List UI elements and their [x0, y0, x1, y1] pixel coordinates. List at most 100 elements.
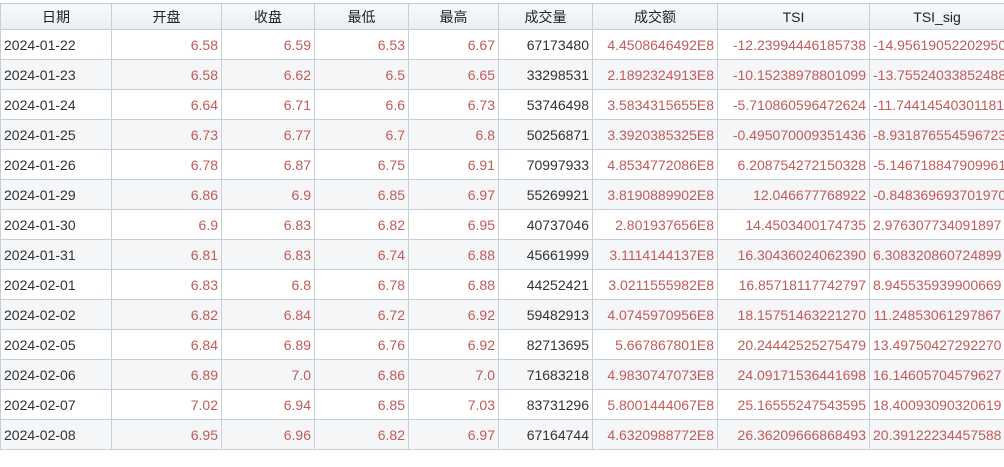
cell-low: 6.76 [314, 329, 409, 360]
cell-tsi: 24.09171536441698 [717, 359, 870, 390]
cell-close: 6.59 [221, 29, 315, 60]
cell-volume: 82713695 [498, 329, 593, 360]
cell-open: 6.83 [111, 269, 222, 300]
cell-tsi-sig: -0.848369693701970 [869, 179, 1004, 210]
cell-low: 6.86 [314, 359, 409, 390]
cell-open: 6.58 [111, 29, 222, 60]
cell-tsi: 16.30436024062390 [717, 239, 870, 270]
cell-amount: 3.0211555982E8 [592, 269, 718, 300]
cell-tsi: -10.15238978801099 [717, 59, 870, 90]
cell-open: 7.02 [111, 389, 222, 420]
table-row[interactable]: 2024-01-31 6.81 6.83 6.74 6.88 45661999 3.1114… [0, 239, 1004, 270]
cell-date: 2024-02-07 [0, 389, 112, 420]
cell-open: 6.64 [111, 89, 222, 120]
cell-tsi: 26.36209666868493 [717, 419, 870, 450]
cell-close: 6.83 [221, 209, 315, 240]
cell-date: 2024-02-02 [0, 299, 112, 330]
column-header-close[interactable]: 收盘 [221, 3, 315, 30]
cell-volume: 55269921 [498, 179, 593, 210]
cell-open: 6.81 [111, 239, 222, 270]
cell-close: 6.87 [221, 149, 315, 180]
cell-tsi: 18.15751463221270 [717, 299, 870, 330]
cell-date: 2024-01-26 [0, 149, 112, 180]
column-header-volume[interactable]: 成交量 [498, 3, 593, 30]
cell-open: 6.86 [111, 179, 222, 210]
cell-amount: 4.9830747073E8 [592, 359, 718, 390]
cell-date: 2024-01-31 [0, 239, 112, 270]
table-row[interactable]: 2024-02-02 6.82 6.84 6.72 6.92 59482913 4.0745… [0, 299, 1004, 330]
column-header-amount[interactable]: 成交额 [592, 3, 718, 30]
cell-volume: 45661999 [498, 239, 593, 270]
cell-volume: 67164744 [498, 419, 593, 450]
cell-close: 7.0 [221, 359, 315, 390]
cell-amount: 5.8001444067E8 [592, 389, 718, 420]
cell-volume: 67173480 [498, 29, 593, 60]
cell-tsi-sig: 20.39122234457588 [869, 419, 1004, 450]
cell-low: 6.7 [314, 119, 409, 150]
table-row[interactable]: 2024-02-07 7.02 6.94 6.85 7.03 83731296 5.8001… [0, 389, 1004, 420]
column-header-tsi-sig[interactable]: TSI_sig [869, 3, 1004, 30]
cell-close: 6.96 [221, 419, 315, 450]
cell-close: 6.94 [221, 389, 315, 420]
cell-tsi-sig: 13.49750427292270 [869, 329, 1004, 360]
table-row[interactable]: 2024-01-25 6.73 6.77 6.7 6.8 50256871 3.392038… [0, 119, 1004, 150]
cell-open: 6.78 [111, 149, 222, 180]
cell-open: 6.95 [111, 419, 222, 450]
cell-date: 2024-01-29 [0, 179, 112, 210]
cell-tsi-sig: -5.146718847909961 [869, 149, 1004, 180]
cell-volume: 50256871 [498, 119, 593, 150]
cell-low: 6.74 [314, 239, 409, 270]
cell-volume: 33298531 [498, 59, 593, 90]
cell-low: 6.75 [314, 149, 409, 180]
cell-close: 6.62 [221, 59, 315, 90]
cell-date: 2024-01-30 [0, 209, 112, 240]
cell-amount: 4.8534772086E8 [592, 149, 718, 180]
cell-tsi-sig: 8.945535939900669 [869, 269, 1004, 300]
cell-low: 6.82 [314, 419, 409, 450]
cell-amount: 4.4508646492E8 [592, 29, 718, 60]
cell-tsi: 6.208754272150328 [717, 149, 870, 180]
cell-tsi-sig: 11.24853061297867 [869, 299, 1004, 330]
cell-close: 6.77 [221, 119, 315, 150]
cell-high: 7.03 [408, 389, 499, 420]
table-row[interactable]: 2024-02-06 6.89 7.0 6.86 7.0 71683218 4.983074… [0, 359, 1004, 390]
table-row[interactable]: 2024-01-29 6.86 6.9 6.85 6.97 55269921 3.81908… [0, 179, 1004, 210]
table-row[interactable]: 2024-01-26 6.78 6.87 6.75 6.91 70997933 4.8534… [0, 149, 1004, 180]
cell-low: 6.5 [314, 59, 409, 90]
column-header-high[interactable]: 最高 [408, 3, 499, 30]
table-row[interactable]: 2024-01-22 6.58 6.59 6.53 6.67 67173480 4.4508… [0, 29, 1004, 60]
table-row[interactable]: 2024-02-05 6.84 6.89 6.76 6.92 82713695 5.6678… [0, 329, 1004, 360]
cell-amount: 3.1114144137E8 [592, 239, 718, 270]
column-header-tsi[interactable]: TSI [717, 3, 870, 30]
cell-amount: 2.801937656E8 [592, 209, 718, 240]
cell-tsi-sig: -8.931876554596723 [869, 119, 1004, 150]
cell-amount: 2.1892324913E8 [592, 59, 718, 90]
cell-open: 6.73 [111, 119, 222, 150]
table-body: 2024-01-22 6.58 6.59 6.53 6.67 67173480 4.4508… [0, 29, 1004, 450]
cell-open: 6.89 [111, 359, 222, 390]
cell-amount: 5.667867801E8 [592, 329, 718, 360]
cell-high: 6.8 [408, 119, 499, 150]
cell-low: 6.78 [314, 269, 409, 300]
cell-tsi-sig: 6.308320860724899 [869, 239, 1004, 270]
cell-volume: 40737046 [498, 209, 593, 240]
table-row[interactable]: 2024-01-24 6.64 6.71 6.6 6.73 53746498 3.58343… [0, 89, 1004, 120]
table-row[interactable]: 2024-01-30 6.9 6.83 6.82 6.95 40737046 2.80193… [0, 209, 1004, 240]
cell-high: 6.95 [408, 209, 499, 240]
table-row[interactable]: 2024-02-08 6.95 6.96 6.82 6.97 67164744 4.6320… [0, 419, 1004, 450]
cell-open: 6.58 [111, 59, 222, 90]
cell-high: 6.67 [408, 29, 499, 60]
column-header-low[interactable]: 最低 [314, 3, 409, 30]
cell-date: 2024-02-08 [0, 419, 112, 450]
cell-tsi: 25.16555247543595 [717, 389, 870, 420]
table-row[interactable]: 2024-01-23 6.58 6.62 6.5 6.65 33298531 2.18923… [0, 59, 1004, 90]
table-row[interactable]: 2024-02-01 6.83 6.8 6.78 6.88 44252421 3.02115… [0, 269, 1004, 300]
cell-tsi: -5.710860596472624 [717, 89, 870, 120]
cell-close: 6.89 [221, 329, 315, 360]
cell-high: 6.97 [408, 179, 499, 210]
column-header-date[interactable]: 日期 [0, 3, 112, 30]
cell-close: 6.83 [221, 239, 315, 270]
cell-low: 6.85 [314, 179, 409, 210]
column-header-open[interactable]: 开盘 [111, 3, 222, 30]
cell-close: 6.8 [221, 269, 315, 300]
